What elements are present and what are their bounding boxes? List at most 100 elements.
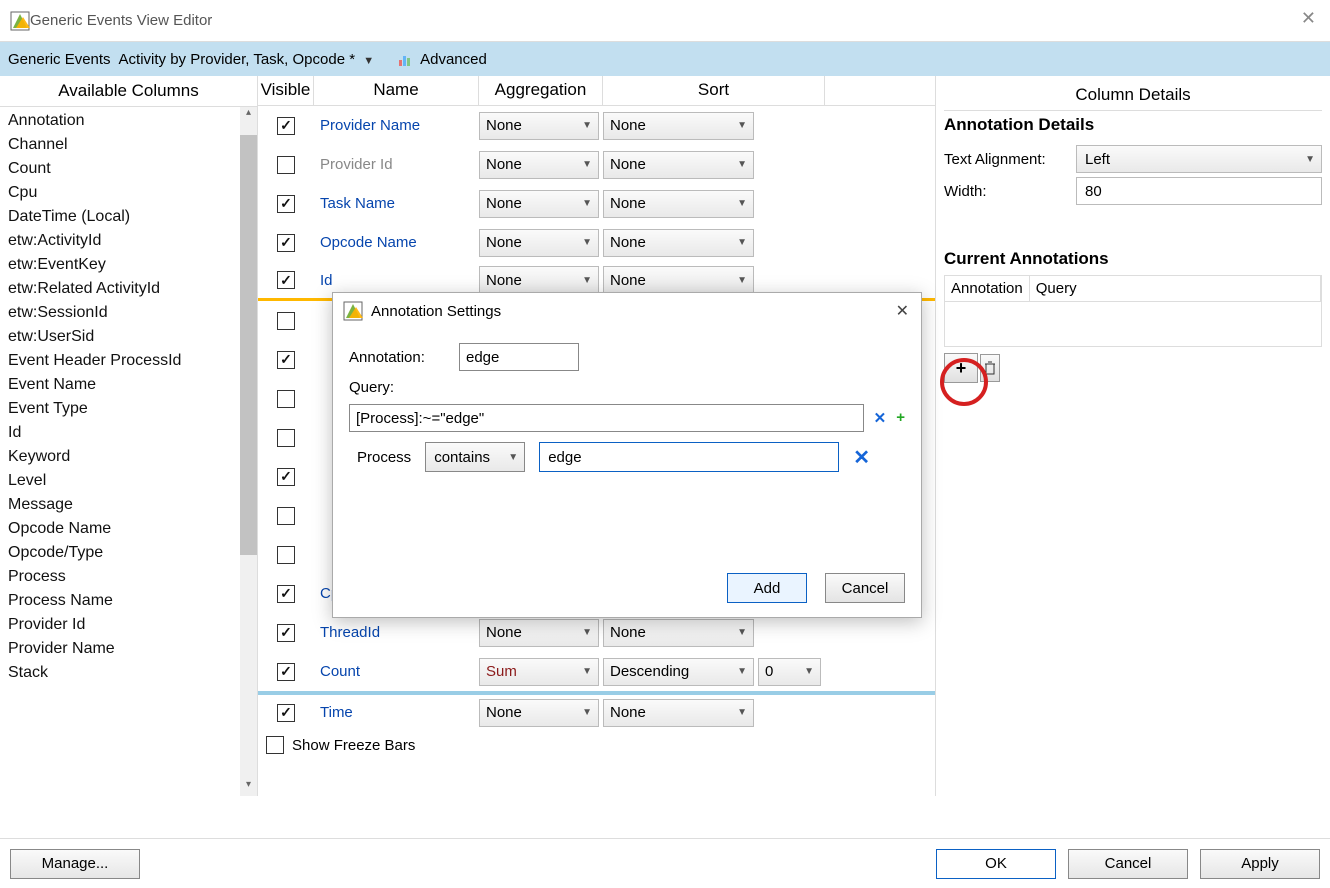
available-column-item[interactable]: DateTime (Local) (8, 205, 239, 229)
available-columns-list[interactable]: AnnotationChannelCountCpuDateTime (Local… (0, 107, 257, 796)
sort-select[interactable]: None▼ (603, 190, 754, 218)
visible-checkbox[interactable] (277, 663, 295, 681)
aggregation-select[interactable]: None▼ (479, 266, 599, 294)
sort-select[interactable]: None▼ (603, 699, 754, 727)
visible-checkbox[interactable] (277, 624, 295, 642)
available-column-item[interactable]: Annotation (8, 109, 239, 133)
cancel-button[interactable]: Cancel (1068, 849, 1188, 879)
available-column-item[interactable]: etw:Related ActivityId (8, 277, 239, 301)
freeze-bars-checkbox[interactable] (266, 736, 284, 754)
visible-checkbox[interactable] (277, 585, 295, 603)
toolbar-generic-events[interactable]: Generic Events (6, 49, 113, 70)
available-column-item[interactable]: etw:ActivityId (8, 229, 239, 253)
available-column-item[interactable]: Process Name (8, 589, 239, 613)
available-column-item[interactable]: Channel (8, 133, 239, 157)
column-name[interactable]: Id (314, 272, 479, 289)
available-column-item[interactable]: Id (8, 421, 239, 445)
header-sort[interactable]: Sort (603, 76, 825, 105)
aggregation-select[interactable]: None▼ (479, 619, 599, 647)
visible-checkbox[interactable] (277, 156, 295, 174)
aggregation-select[interactable]: Sum▼ (479, 658, 599, 686)
filter-value-input[interactable] (539, 442, 839, 472)
aggregation-select[interactable]: None▼ (479, 151, 599, 179)
visible-checkbox[interactable] (277, 234, 295, 252)
available-column-item[interactable]: etw:EventKey (8, 253, 239, 277)
available-column-item[interactable]: Process (8, 565, 239, 589)
grid-row[interactable]: TimeNone▼None▼ (258, 691, 935, 730)
width-input[interactable] (1076, 177, 1322, 205)
scroll-thumb[interactable] (240, 135, 257, 555)
filter-operator-select[interactable]: contains ▼ (425, 442, 525, 472)
sort-select[interactable]: Descending▼ (603, 658, 754, 686)
available-column-item[interactable]: Level (8, 469, 239, 493)
dialog-cancel-button[interactable]: Cancel (825, 573, 905, 603)
column-name[interactable]: Task Name (314, 195, 479, 212)
scroll-down-icon[interactable]: ▾ (240, 779, 257, 796)
column-name[interactable]: ThreadId (314, 624, 479, 641)
available-column-item[interactable]: Cpu (8, 181, 239, 205)
aggregation-select[interactable]: None▼ (479, 112, 599, 140)
sort-select[interactable]: None▼ (603, 619, 754, 647)
grid-row[interactable]: Opcode NameNone▼None▼ (258, 223, 935, 262)
visible-checkbox[interactable] (277, 117, 295, 135)
available-column-item[interactable]: etw:UserSid (8, 325, 239, 349)
scrollbar[interactable]: ▴ ▾ (240, 107, 257, 796)
visible-checkbox[interactable] (277, 468, 295, 486)
available-column-item[interactable]: etw:SessionId (8, 301, 239, 325)
available-column-item[interactable]: Event Header ProcessId (8, 349, 239, 373)
apply-button[interactable]: Apply (1200, 849, 1320, 879)
available-column-item[interactable]: Provider Id (8, 613, 239, 637)
preset-dropdown[interactable]: Activity by Provider, Task, Opcode * ▼ (119, 51, 375, 68)
scroll-up-icon[interactable]: ▴ (240, 107, 257, 124)
remove-condition-icon[interactable]: ✕ (853, 445, 870, 470)
grid-row[interactable]: CountSum▼Descending▼0▼ (258, 652, 935, 691)
manage-button[interactable]: Manage... (10, 849, 140, 879)
available-column-item[interactable]: Count (8, 157, 239, 181)
visible-checkbox[interactable] (277, 312, 295, 330)
available-column-item[interactable]: Keyword (8, 445, 239, 469)
visible-checkbox[interactable] (277, 704, 295, 722)
add-condition-icon[interactable]: + (896, 409, 905, 427)
sort-select[interactable]: None▼ (603, 229, 754, 257)
visible-checkbox[interactable] (277, 429, 295, 447)
ok-button[interactable]: OK (936, 849, 1056, 879)
column-name[interactable]: Provider Id (314, 156, 479, 173)
available-column-item[interactable]: Event Name (8, 373, 239, 397)
column-name[interactable]: Opcode Name (314, 234, 479, 251)
aggregation-select[interactable]: None▼ (479, 190, 599, 218)
header-name[interactable]: Name (314, 76, 479, 105)
grid-row[interactable]: Task NameNone▼None▼ (258, 184, 935, 223)
sort-select[interactable]: None▼ (603, 151, 754, 179)
query-input[interactable] (349, 404, 864, 432)
dialog-close-icon[interactable]: ✕ (896, 301, 909, 321)
visible-checkbox[interactable] (277, 351, 295, 369)
visible-checkbox[interactable] (277, 507, 295, 525)
grid-row[interactable]: Provider NameNone▼None▼ (258, 106, 935, 145)
header-aggregation[interactable]: Aggregation (479, 76, 603, 105)
add-annotation-button[interactable]: + (944, 353, 978, 383)
clear-query-icon[interactable]: ✕ (874, 409, 887, 427)
aggregation-select[interactable]: None▼ (479, 229, 599, 257)
col-annotation[interactable]: Annotation (945, 276, 1030, 301)
delete-annotation-button[interactable] (980, 354, 1000, 382)
aggregation-select[interactable]: None▼ (479, 699, 599, 727)
grid-row[interactable]: ThreadIdNone▼None▼ (258, 613, 935, 652)
advanced-link[interactable]: Advanced (398, 51, 487, 68)
grid-row[interactable]: Provider IdNone▼None▼ (258, 145, 935, 184)
column-name[interactable]: Count (314, 663, 479, 680)
available-column-item[interactable]: Opcode/Type (8, 541, 239, 565)
visible-checkbox[interactable] (277, 546, 295, 564)
visible-checkbox[interactable] (277, 271, 295, 289)
sort-select[interactable]: None▼ (603, 112, 754, 140)
visible-checkbox[interactable] (277, 195, 295, 213)
column-name[interactable]: Provider Name (314, 117, 479, 134)
visible-checkbox[interactable] (277, 390, 295, 408)
available-column-item[interactable]: Stack (8, 661, 239, 685)
sort-priority-select[interactable]: 0▼ (758, 658, 821, 686)
available-column-item[interactable]: Provider Name (8, 637, 239, 661)
annotation-input[interactable] (459, 343, 579, 371)
close-icon[interactable]: ✕ (1301, 8, 1316, 29)
column-name[interactable]: Time (314, 704, 479, 721)
available-column-item[interactable]: Message (8, 493, 239, 517)
dialog-add-button[interactable]: Add (727, 573, 807, 603)
